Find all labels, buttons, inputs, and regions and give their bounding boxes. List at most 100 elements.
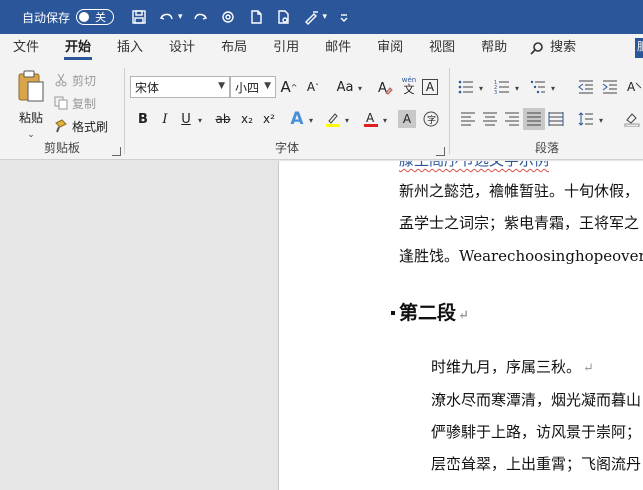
print-preview-icon[interactable] — [273, 6, 295, 28]
undo-icon[interactable] — [156, 6, 178, 28]
line-spacing-button[interactable] — [575, 108, 597, 130]
align-left-icon — [461, 112, 475, 126]
decrease-indent-button[interactable] — [575, 76, 597, 98]
justify-button[interactable] — [523, 108, 545, 130]
character-shading-button[interactable]: A — [398, 110, 416, 128]
paste-icon — [18, 70, 44, 102]
increase-indent-button[interactable] — [599, 76, 621, 98]
numbering-button[interactable]: 123 — [491, 76, 513, 98]
account-overflow[interactable]: 服 — [635, 38, 643, 58]
bullets-icon — [458, 80, 473, 94]
shrink-font-button[interactable]: Aˇ — [302, 76, 324, 98]
phonetic-guide-button[interactable]: wén 文 — [398, 74, 420, 96]
bullets-caret-icon[interactable]: ▾ — [479, 84, 483, 93]
tell-me-search[interactable]: 搜索 — [520, 34, 589, 62]
paragraph-group: ▾ 123 ▾ ▾ A ▾ 段落 — [451, 62, 643, 160]
align-center-button[interactable] — [479, 108, 501, 130]
paragraph-line: 潦水尽而寒潭清，烟光凝而暮山 — [431, 391, 642, 409]
tab-insert[interactable]: 插入 — [104, 34, 156, 62]
tab-home[interactable]: 开始 — [52, 34, 104, 62]
search-label: 搜索 — [550, 40, 577, 55]
subscript-button[interactable]: x₂ — [236, 108, 258, 130]
highlight-button[interactable] — [322, 108, 344, 130]
undo-caret-icon[interactable]: ▾ — [178, 12, 183, 22]
strikethrough-button[interactable]: ab — [212, 108, 234, 130]
scissors-icon — [55, 73, 67, 87]
section-heading: 第二段 ↵ — [399, 302, 469, 324]
paragraph-group-label: 段落 — [534, 141, 559, 155]
redo-icon[interactable] — [189, 6, 211, 28]
save-icon[interactable] — [128, 6, 150, 28]
font-launcher-icon[interactable] — [436, 147, 445, 156]
paste-button[interactable]: 粘贴 ⌄ — [14, 70, 48, 140]
tab-references[interactable]: 引用 — [260, 34, 312, 62]
tab-file[interactable]: 文件 — [0, 34, 52, 62]
paragraph-line: 层峦耸翠，上出重霄；飞阁流丹 — [431, 455, 642, 473]
line-spacing-caret-icon[interactable]: ▾ — [599, 116, 603, 125]
multilevel-list-button[interactable] — [527, 76, 549, 98]
clipboard-launcher-icon[interactable] — [112, 147, 121, 156]
text-effects-caret-icon[interactable]: ▾ — [309, 116, 313, 125]
font-color-button[interactable]: A — [360, 108, 382, 130]
superscript-button[interactable]: x² — [258, 108, 280, 130]
tab-help[interactable]: 帮助 — [468, 34, 520, 62]
text-effects-button[interactable]: A — [286, 108, 308, 130]
tab-review[interactable]: 审阅 — [364, 34, 416, 62]
paragraph-line: 俨骖騑于上路，访风景于崇阿； — [431, 423, 642, 441]
highlight-caret-icon[interactable]: ▾ — [345, 116, 349, 125]
chinese-layout-button[interactable]: A — [623, 76, 643, 98]
format-painter-button[interactable]: 格式刷 — [54, 116, 108, 136]
change-case-button[interactable]: Aa — [330, 76, 360, 98]
tab-design[interactable]: 设计 — [156, 34, 208, 62]
distributed-button[interactable] — [545, 108, 567, 130]
document-page[interactable]: 滕王阁序节选文字示例 新州之懿范，襜帷暂驻。十旬休假， 孟学士之词宗；紫电青霜，… — [278, 161, 643, 490]
draw-icon[interactable] — [301, 6, 323, 28]
align-left-button[interactable] — [457, 108, 479, 130]
cut-button[interactable]: 剪切 — [54, 70, 96, 90]
font-color-caret-icon[interactable]: ▾ — [383, 116, 387, 125]
paragraph-line: 时维九月，序属三秋。 ↵ — [431, 358, 594, 376]
document-line: 逢胜饯。Wearechoosinghopeoverfear — [399, 247, 643, 265]
distributed-icon — [548, 112, 564, 126]
font-size-combo[interactable]: 小四 ▼ — [230, 76, 276, 98]
change-case-caret-icon[interactable]: ▾ — [358, 84, 362, 93]
line-spacing-icon — [578, 112, 593, 126]
cut-label: 剪切 — [72, 73, 97, 88]
shading-button[interactable] — [621, 108, 643, 130]
italic-button[interactable]: I — [154, 108, 176, 130]
character-border-button[interactable]: A — [422, 79, 438, 95]
bold-button[interactable]: B — [132, 108, 154, 130]
tab-view[interactable]: 视图 — [416, 34, 468, 62]
format-painter-icon — [55, 119, 67, 133]
tab-mailings[interactable]: 邮件 — [312, 34, 364, 62]
chinese-layout-icon: A — [627, 80, 642, 94]
bullets-button[interactable] — [455, 76, 477, 98]
chevron-down-icon: ▼ — [264, 81, 271, 91]
tab-layout[interactable]: 布局 — [208, 34, 260, 62]
font-group-label: 字体 — [274, 141, 299, 155]
shading-icon — [624, 113, 640, 127]
font-name-combo[interactable]: 宋体 ▼ — [130, 76, 230, 98]
search-icon — [530, 42, 543, 55]
underline-button[interactable]: U — [175, 108, 197, 130]
draw-caret-icon[interactable]: ▾ — [323, 12, 328, 22]
group-separator — [124, 68, 125, 154]
document-line: 孟学士之词宗；紫电青霜，王将军之 — [399, 214, 640, 232]
underline-caret-icon[interactable]: ▾ — [198, 116, 202, 125]
multilevel-caret-icon[interactable]: ▾ — [551, 84, 555, 93]
numbering-icon: 123 — [494, 80, 509, 95]
align-right-button[interactable] — [501, 108, 523, 130]
autosave-toggle[interactable]: 关 — [76, 9, 115, 25]
numbering-caret-icon[interactable]: ▾ — [515, 84, 519, 93]
document-line-cut: 滕王阁序节选文字示例 — [399, 161, 549, 170]
touch-mode-icon[interactable] — [217, 6, 239, 28]
ribbon: 粘贴 ⌄ 剪切 复制 格式刷 剪贴板 宋体 ▼ 小四 ▼ A ^ Aˇ Aa ▾… — [0, 62, 643, 160]
toggle-knob — [79, 12, 90, 22]
new-document-icon[interactable] — [245, 6, 267, 28]
group-separator — [449, 68, 450, 154]
customize-toolbar-icon[interactable] — [333, 6, 355, 28]
enclose-characters-button[interactable]: 字 — [420, 108, 442, 130]
clear-formatting-button[interactable]: A — [374, 76, 396, 98]
copy-button[interactable]: 复制 — [54, 93, 96, 113]
grow-font-button[interactable]: A ^ — [278, 76, 300, 98]
